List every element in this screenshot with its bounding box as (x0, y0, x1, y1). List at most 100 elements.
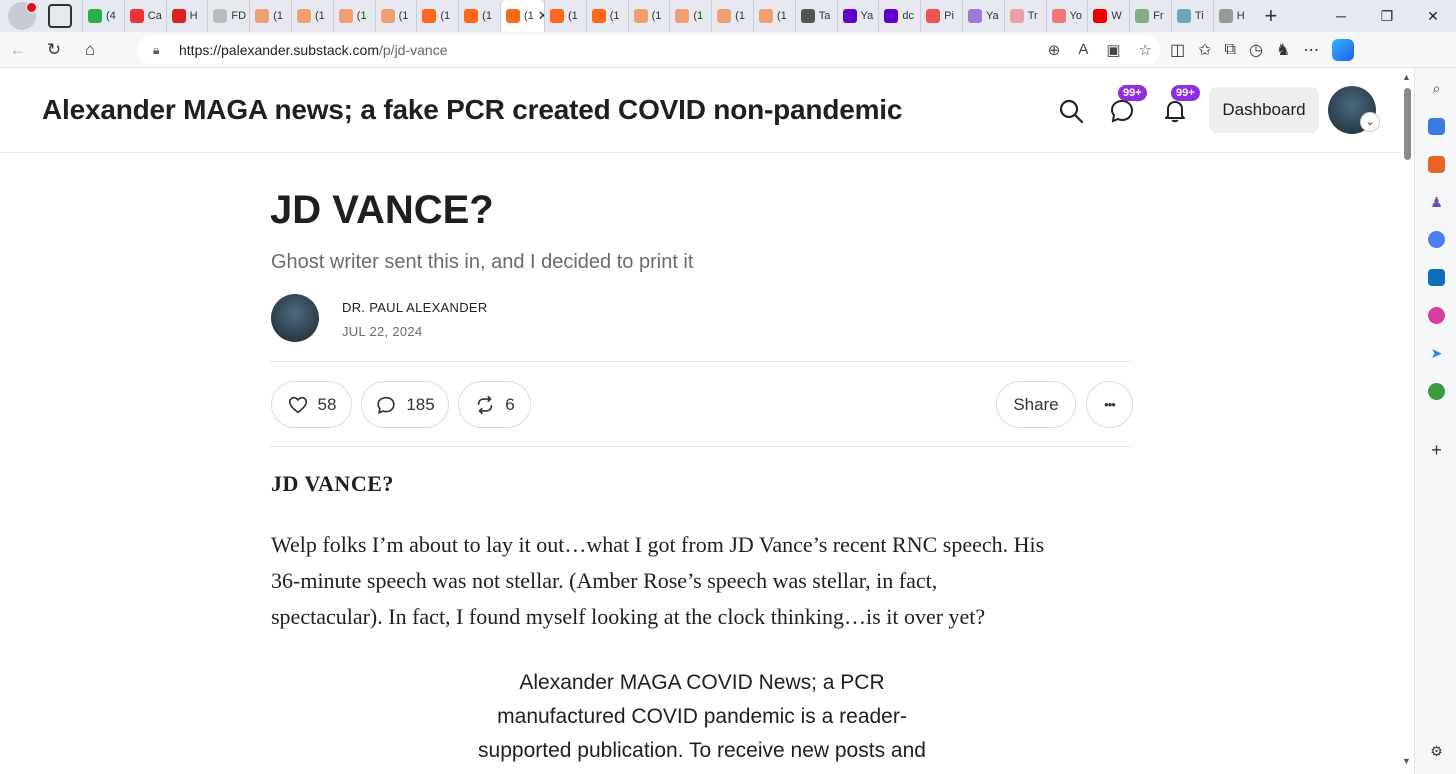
browser-tab[interactable]: (1 (669, 0, 711, 32)
shopping-tag-icon[interactable] (1428, 118, 1445, 135)
outlook-icon[interactable] (1428, 269, 1445, 286)
browser-tab[interactable]: Ca (123, 0, 166, 32)
browser-tab[interactable]: (1 (249, 0, 291, 32)
copilot-sidebar-icon[interactable] (1428, 231, 1445, 248)
chevron-down-icon[interactable]: ⌄ (1360, 112, 1380, 132)
more-options-button[interactable]: ••• (1086, 381, 1133, 428)
scroll-thumb[interactable] (1404, 88, 1411, 160)
tab-title: (1 (567, 10, 578, 22)
tools-icon[interactable] (1428, 156, 1445, 173)
sidebar-search-icon[interactable]: ⌕ (1428, 80, 1445, 97)
like-button[interactable]: 58 (271, 381, 352, 428)
tab-title: (1 (651, 10, 662, 22)
address-bar[interactable]: 🔒︎ https://palexander.substack.com/p/jd-… (137, 35, 1160, 65)
history-icon[interactable]: ◷ (1249, 40, 1263, 60)
browser-tab[interactable]: (1 (458, 0, 500, 32)
browser-tab[interactable]: Yo (1045, 0, 1088, 32)
bell-icon (1165, 101, 1185, 123)
back-icon[interactable]: ← (0, 40, 36, 60)
divider (270, 361, 1133, 362)
share-button[interactable]: Share (996, 381, 1076, 428)
browser-tab[interactable]: (1 (332, 0, 375, 32)
chat-button[interactable]: 99+ (1109, 85, 1147, 124)
site-header: Alexander MAGA news; a fake PCR created … (0, 68, 1401, 153)
tab-favicon-icon (1009, 9, 1024, 23)
restore-icon[interactable]: ❐ (1364, 8, 1410, 25)
browser-tab[interactable]: Ya (961, 0, 1004, 32)
notifications-button[interactable]: 99+ (1162, 85, 1200, 124)
tab-favicon-icon (967, 9, 982, 23)
browser-tab[interactable]: Ta (794, 0, 837, 32)
browser-tab[interactable]: (1 (585, 0, 628, 32)
tab-title: W (1111, 10, 1122, 22)
browser-tab[interactable]: Pi (920, 0, 962, 32)
read-aloud-icon[interactable]: A (1078, 41, 1088, 59)
add-sidebar-icon[interactable]: + (1428, 441, 1445, 459)
home-icon[interactable]: ⌂ (72, 40, 108, 60)
new-tab-button[interactable]: + (1265, 3, 1278, 29)
browser-tab[interactable]: (1 (711, 0, 753, 32)
restack-button[interactable]: 6 (458, 381, 531, 428)
split-screen-icon[interactable]: ◫ (1170, 40, 1185, 60)
tab-title: Ti (1194, 10, 1204, 22)
comment-count: 185 (406, 394, 435, 414)
tab-title: (1 (735, 10, 745, 22)
browser-tab[interactable]: W (1087, 0, 1129, 32)
designer-icon[interactable] (1428, 307, 1445, 324)
collections-icon[interactable]: ⧉ (1225, 41, 1236, 59)
browser-tab[interactable]: Fr (1129, 0, 1171, 32)
tree-icon[interactable] (1428, 383, 1445, 400)
divider (270, 446, 1133, 447)
browser-tab[interactable]: FD (207, 0, 249, 32)
browser-tab[interactable]: (1 (290, 0, 333, 32)
browser-tab[interactable]: (1 (374, 0, 417, 32)
profile-icon[interactable] (8, 2, 37, 30)
tab-favicon-icon (505, 9, 520, 23)
reload-icon[interactable]: ↻ (36, 40, 72, 60)
search-icon[interactable] (1058, 98, 1084, 124)
send-icon[interactable]: ➤ (1428, 345, 1445, 362)
settings-gear-icon[interactable]: ⚙ (1428, 743, 1445, 760)
post-date: JUL 22, 2024 (342, 324, 423, 339)
browser-tab[interactable]: Ya (836, 0, 879, 32)
close-window-icon[interactable]: ✕ (1410, 8, 1456, 25)
minimize-icon[interactable]: ─ (1318, 8, 1364, 24)
browser-tab[interactable]: H (1212, 0, 1255, 32)
browser-toolbar: ← ↻ ⌂ 🔒︎ https://palexander.substack.com… (0, 32, 1456, 68)
tab-favicon-icon (422, 9, 437, 23)
scroll-up-icon[interactable]: ▲ (1402, 72, 1411, 82)
author-avatar[interactable] (271, 294, 319, 342)
browser-tab[interactable]: dc (878, 0, 920, 32)
comment-button[interactable]: 185 (361, 381, 449, 428)
tab-title: (1 (482, 10, 492, 22)
post-subtitle: Ghost writer sent this in, and I decided… (271, 251, 694, 273)
site-title[interactable]: Alexander MAGA news; a fake PCR created … (42, 94, 902, 126)
tab-strip: (4CaHFD(1(1(1(1(1(1(1✕(1(1(1(1(1(1TaYadc… (0, 0, 1456, 32)
browser-tab[interactable]: Tr (1003, 0, 1046, 32)
page-scrollbar[interactable]: ▲ ▼ (1401, 68, 1414, 774)
browser-tab[interactable]: (1 (416, 0, 458, 32)
author-name[interactable]: DR. PAUL ALEXANDER (342, 300, 488, 315)
browser-tab[interactable]: H (165, 0, 208, 32)
zoom-icon[interactable]: ⊕ (1048, 41, 1061, 59)
app-available-icon[interactable]: ▣ (1106, 41, 1120, 59)
browser-tab[interactable]: (1 (752, 0, 795, 32)
browser-tab[interactable]: (1 (543, 0, 586, 32)
browser-tools: ◫ ✩ ⧉ ◷ ♞ ⋯ (1170, 32, 1355, 68)
dashboard-button[interactable]: Dashboard (1209, 87, 1319, 133)
browser-tab[interactable]: (1 (627, 0, 670, 32)
favorites-icon[interactable]: ✩ (1198, 40, 1211, 60)
copilot-icon[interactable] (1332, 39, 1355, 61)
games-icon[interactable]: ♟ (1428, 194, 1445, 211)
subscribe-line: Alexander MAGA COVID News; a PCR (519, 671, 885, 694)
browser-tab[interactable]: Ti (1170, 0, 1213, 32)
browser-tab[interactable]: (4 (82, 0, 124, 32)
browser-tab[interactable]: (1✕ (499, 0, 544, 32)
scroll-down-icon[interactable]: ▼ (1402, 756, 1411, 766)
favorite-star-icon[interactable]: ☆ (1139, 41, 1152, 59)
lock-icon[interactable]: 🔒︎ (153, 43, 179, 58)
tab-title: Yo (1069, 10, 1082, 22)
tab-actions-icon[interactable] (48, 4, 72, 28)
more-menu-icon[interactable]: ⋯ (1303, 40, 1319, 60)
extensions-icon[interactable]: ♞ (1276, 40, 1290, 60)
